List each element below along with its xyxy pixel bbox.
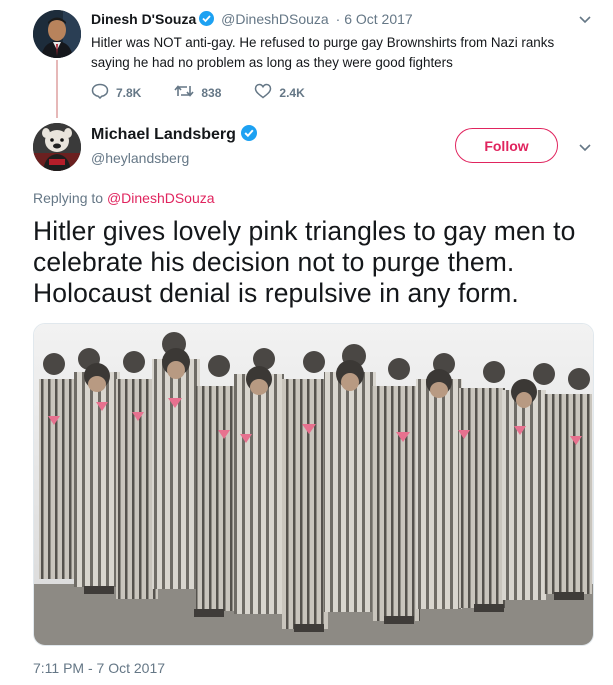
main-author-name-text[interactable]: Michael Landsberg [91, 126, 236, 143]
parent-tweet-text: Hitler was NOT anti-gay. He refused to p… [91, 35, 555, 70]
follow-button[interactable]: Follow [455, 128, 558, 163]
parent-date-separator: · [335, 11, 341, 27]
retweet-count: 838 [201, 85, 222, 100]
parent-avatar[interactable] [33, 10, 81, 58]
like-button[interactable]: 2.4K [254, 83, 305, 102]
parent-author-handle[interactable]: @DineshDSouza [221, 11, 329, 27]
main-author-name[interactable]: Michael Landsberg [91, 125, 257, 144]
reply-button[interactable]: 7.8K [91, 83, 141, 102]
retweet-button[interactable]: 838 [174, 83, 221, 102]
retweet-icon [174, 83, 201, 102]
reply-icon [91, 83, 116, 102]
replying-to: Replying to @DineshDSouza [33, 190, 215, 206]
verified-badge-icon [240, 125, 257, 141]
replying-prefix: Replying to [33, 190, 104, 206]
chevron-down-icon[interactable] [578, 12, 592, 30]
chevron-down-icon[interactable] [578, 140, 592, 158]
like-icon [254, 83, 279, 102]
parent-author-name[interactable]: Dinesh D'Souza [91, 11, 196, 27]
like-count: 2.4K [279, 85, 305, 100]
reply-count: 7.8K [116, 85, 142, 100]
parent-date[interactable]: 6 Oct 2017 [344, 11, 413, 27]
main-author-handle[interactable]: @heylandsberg [91, 150, 189, 166]
photo-image [34, 324, 593, 645]
thread-line [56, 60, 58, 118]
main-avatar[interactable] [33, 123, 81, 171]
parent-tweet[interactable]: Dinesh D'Souza @DineshDSouza · 6 Oct 201… [0, 0, 613, 118]
verified-badge-icon [199, 11, 215, 26]
parent-header: Dinesh D'Souza @DineshDSouza · 6 Oct 201… [91, 11, 413, 27]
tweet-photo[interactable] [33, 323, 594, 646]
parent-actions: 7.8K 838 2.4K [91, 83, 338, 102]
replying-to-link[interactable]: @DineshDSouza [107, 190, 215, 206]
tweet-timestamp[interactable]: 7:11 PM - 7 Oct 2017 [33, 660, 165, 676]
main-tweet-text: Hitler gives lovely pink triangles to ga… [33, 216, 576, 308]
